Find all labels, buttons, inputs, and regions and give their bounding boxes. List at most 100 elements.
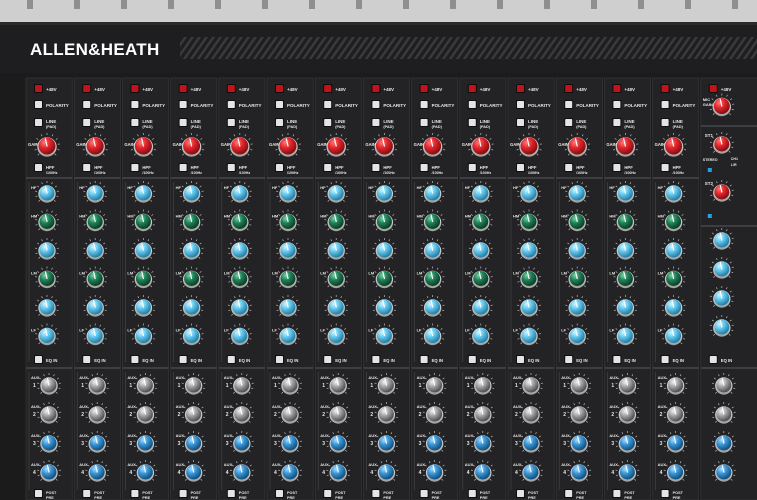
post-pre-button[interactable]: [178, 489, 188, 498]
hpf-button[interactable]: [275, 163, 284, 172]
line-pad-button[interactable]: [516, 118, 525, 127]
phantom-power-button[interactable]: [371, 84, 381, 93]
line-pad-button[interactable]: [226, 118, 236, 127]
polarity-button[interactable]: [130, 100, 140, 109]
post-pre-button[interactable]: [130, 489, 140, 498]
phantom-power-button[interactable]: [275, 84, 284, 93]
hpf-button[interactable]: [178, 163, 188, 172]
phantom-power-button[interactable]: [612, 84, 622, 93]
phantom-power-button[interactable]: [564, 84, 574, 93]
hpf-label: HPF: [480, 165, 489, 170]
polarity-button[interactable]: [275, 100, 284, 109]
line-pad-button[interactable]: [130, 118, 140, 127]
phantom-power-button[interactable]: [419, 84, 429, 93]
phantom-power-button[interactable]: [130, 84, 140, 93]
eq-in-button[interactable]: [226, 355, 236, 364]
phantom-power-button[interactable]: [660, 84, 670, 93]
post-pre-button[interactable]: [516, 489, 525, 498]
line-pad-button[interactable]: [82, 118, 92, 127]
line-pad-button[interactable]: [660, 118, 670, 127]
line-pad-button[interactable]: [275, 118, 284, 127]
hpf-button[interactable]: [34, 163, 43, 172]
eq-in-button[interactable]: [660, 355, 670, 364]
stereo-phantom-button[interactable]: [708, 84, 718, 93]
eq-in-button[interactable]: [82, 355, 92, 364]
phantom-power-button[interactable]: [323, 84, 333, 93]
eq-in-button[interactable]: [275, 355, 284, 364]
aux-label: AUX: [224, 433, 233, 438]
polarity-button[interactable]: [419, 100, 429, 109]
gain-label: GAIN: [606, 142, 616, 147]
phantom-power-button[interactable]: [178, 84, 188, 93]
eq-in-button[interactable]: [178, 355, 188, 364]
hpf-button[interactable]: [419, 163, 429, 172]
hpf-button[interactable]: [612, 163, 622, 172]
eq-in-button[interactable]: [564, 355, 574, 364]
line-label: LINE: [46, 119, 56, 124]
hpf-button[interactable]: [371, 163, 381, 172]
phantom-power-button[interactable]: [226, 84, 236, 93]
post-pre-button[interactable]: [371, 489, 381, 498]
polarity-button[interactable]: [34, 100, 43, 109]
hpf-button[interactable]: [516, 163, 525, 172]
polarity-button[interactable]: [226, 100, 236, 109]
eq-in-button[interactable]: [419, 355, 429, 364]
eq-in-button[interactable]: [34, 355, 43, 364]
line-label: LINE: [191, 119, 201, 124]
eq-in-button[interactable]: [516, 355, 525, 364]
hpf-button[interactable]: [564, 163, 574, 172]
line-pad-button[interactable]: [564, 118, 574, 127]
polarity-button[interactable]: [612, 100, 622, 109]
post-pre-button[interactable]: [564, 489, 574, 498]
post-pre-button[interactable]: [612, 489, 622, 498]
phantom-power-button[interactable]: [34, 84, 43, 93]
polarity-button[interactable]: [564, 100, 574, 109]
aux-label: AUX: [417, 433, 426, 438]
aux-label: AUX: [513, 404, 522, 409]
post-pre-button[interactable]: [419, 489, 429, 498]
line-pad-button[interactable]: [178, 118, 188, 127]
line-pad-button[interactable]: [323, 118, 333, 127]
phantom-power-button[interactable]: [516, 84, 525, 93]
phantom-power-button[interactable]: [467, 84, 477, 93]
hpf-button[interactable]: [82, 163, 92, 172]
post-pre-button[interactable]: [34, 489, 43, 498]
post-pre-button[interactable]: [275, 489, 284, 498]
hpf-button[interactable]: [130, 163, 140, 172]
hpf-button[interactable]: [467, 163, 477, 172]
phantom-power-button[interactable]: [82, 84, 92, 93]
eq-in-button[interactable]: [467, 355, 477, 364]
line-pad-button[interactable]: [371, 118, 381, 127]
polarity-button[interactable]: [467, 100, 477, 109]
polarity-button[interactable]: [660, 100, 670, 109]
post-pre-button[interactable]: [226, 489, 236, 498]
eq-band-label: LM: [465, 271, 471, 276]
eq-in-label: EQ IN: [287, 358, 298, 363]
polarity-button[interactable]: [178, 100, 188, 109]
eq-in-button[interactable]: [612, 355, 622, 364]
phantom-label: +48V: [576, 87, 587, 92]
hpf-button[interactable]: [226, 163, 236, 172]
line-pad-button[interactable]: [612, 118, 622, 127]
hpf-button[interactable]: [323, 163, 333, 172]
eq-in-button[interactable]: [130, 355, 140, 364]
eq-in-button[interactable]: [371, 355, 381, 364]
polarity-button[interactable]: [323, 100, 333, 109]
line-pad-button[interactable]: [419, 118, 429, 127]
post-pre-button[interactable]: [323, 489, 333, 498]
phantom-label: +48V: [287, 87, 298, 92]
aux-label: AUX: [320, 462, 329, 467]
post-pre-button[interactable]: [82, 489, 92, 498]
polarity-button[interactable]: [371, 100, 381, 109]
polarity-button[interactable]: [82, 100, 92, 109]
phantom-label: +48V: [94, 87, 105, 92]
line-pad-label: (PAD): [432, 125, 443, 129]
line-pad-button[interactable]: [34, 118, 43, 127]
post-pre-button[interactable]: [660, 489, 670, 498]
polarity-button[interactable]: [516, 100, 525, 109]
post-pre-button[interactable]: [467, 489, 477, 498]
line-pad-button[interactable]: [467, 118, 477, 127]
eq-in-button[interactable]: [323, 355, 333, 364]
stereo-eq-in-button[interactable]: [708, 355, 718, 364]
hpf-button[interactable]: [660, 163, 670, 172]
